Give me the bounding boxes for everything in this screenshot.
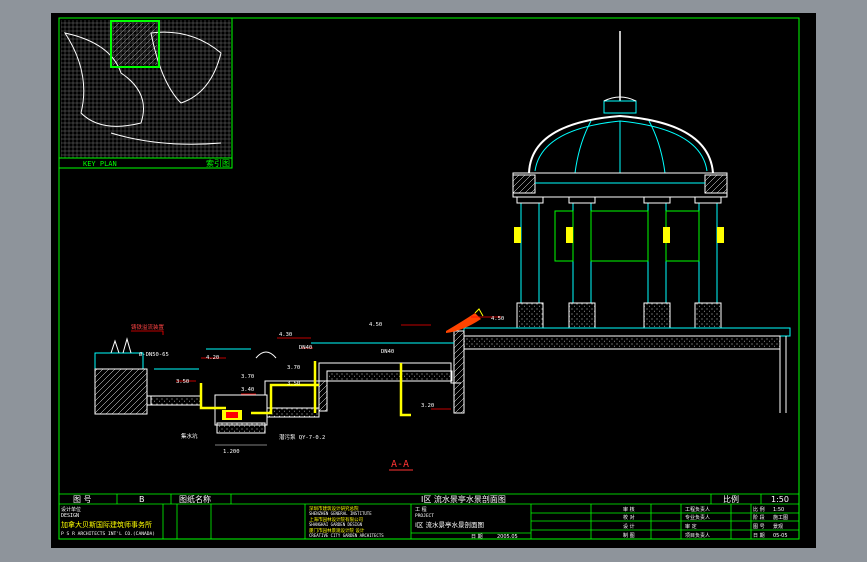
firm-name-cn: 加拿大贝斯国际建筑师事务所 [61, 520, 152, 529]
pump [222, 410, 242, 420]
info-value: 05-05 [773, 533, 788, 539]
elevation-label: 3.70 [287, 365, 300, 371]
project-label: 工 程 [415, 506, 427, 513]
pump-spec-label: 潜污泵 QY-7-0.2 [279, 433, 325, 441]
elevation-label: 3.70 [241, 374, 254, 380]
pipe-label: DN40 [381, 349, 394, 355]
pipe-label: DN40 [299, 345, 312, 351]
key-plan: KEY PLAN 索引图 [58, 17, 233, 169]
elevation-label: 3.40 [241, 387, 254, 393]
partner-2: SHENZHEN GENERAL INSTITUTE [309, 511, 372, 516]
pipes [199, 361, 411, 417]
scale-value: 1:50 [771, 495, 789, 504]
elevation-label: 3.50 [176, 379, 189, 385]
pavilion [512, 31, 728, 329]
dimension-label: 1.200 [223, 449, 240, 455]
sign-label: 设 计 [623, 523, 635, 530]
sump-label: 集水坑 [181, 432, 198, 440]
drawing-no-label: 图 号 [73, 495, 92, 504]
columns [520, 202, 718, 304]
section-label: A-A [389, 459, 413, 471]
project-value: I区 流水景亭水景剖面图 [415, 520, 484, 529]
info-value: 施工图 [773, 514, 788, 521]
key-plan-label: KEY PLAN [83, 160, 117, 168]
pipe-spec-note: Ø-DN50-65 [139, 351, 169, 358]
drawing-name-label: 图纸名称 [179, 494, 211, 504]
sign-label: 校 对 [623, 514, 635, 521]
section-title: A-A [391, 459, 409, 470]
info-label: 比 例 [753, 506, 765, 513]
partner-4: SHANGHAI GARDEN DESIGN [309, 522, 363, 527]
info-label: 图 号 [753, 524, 765, 530]
firm-name-en: P S R ARCHITECTS INT'L CO.(CANADA) [61, 531, 155, 537]
scale-label: 比例 [723, 494, 739, 504]
sign-label: 审 定 [685, 523, 697, 530]
platform [453, 327, 791, 414]
drawing-no-value: B [139, 495, 145, 504]
project-en: PROJECT [415, 513, 434, 519]
elevation-label: 3.50 [287, 381, 300, 387]
designer-en: DESIGN [61, 513, 79, 519]
sign-label: 审 核 [623, 506, 635, 513]
elevation-label: 3.20 [421, 403, 434, 409]
sign-label: 制 图 [623, 532, 635, 539]
entablature [512, 172, 728, 198]
sign-label: 专业负责人 [685, 514, 710, 521]
info-label: 阶 段 [753, 514, 765, 521]
date-value: 2005.05 [497, 534, 518, 540]
info-label: 日 期 [753, 533, 765, 539]
info-value: 景观 [773, 523, 783, 530]
elevation-label: 4.50 [369, 322, 382, 328]
cad-drawing: KEY PLAN 索引图 铸铁溢流装置 Ø-DN50-65 4.20 3.50 … [58, 17, 800, 540]
drawing-sheet: KEY PLAN 索引图 铸铁溢流装置 Ø-DN50-65 4.20 3.50 … [51, 13, 816, 548]
dome [528, 114, 714, 174]
key-plan-label-cn: 索引图 [206, 158, 230, 168]
partner-6: CREATIVE CITY GARDEN ARCHITECTS [309, 533, 384, 538]
elevation-label: 4.20 [206, 355, 219, 361]
info-value: 1:50 [773, 507, 784, 513]
overflow-note: 铸铁溢流装置 [131, 323, 165, 331]
elevation-label: 4.30 [279, 332, 292, 338]
elevation-label: 4.50 [491, 316, 504, 322]
sign-label: 项目负责人 [685, 532, 710, 539]
sign-label: 工程负责人 [685, 506, 710, 513]
date-label: 日 期 [471, 534, 483, 540]
drawing-name-value: I区 流水景亭水景剖面图 [421, 494, 506, 504]
designer-label: 设计单位 [61, 506, 81, 513]
